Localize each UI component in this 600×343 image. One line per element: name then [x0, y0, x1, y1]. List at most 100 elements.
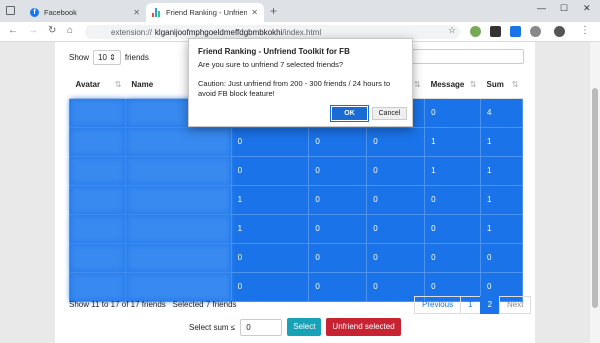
bookmark-star-icon[interactable]: ☆: [448, 25, 456, 36]
table-cell: 4: [480, 97, 523, 128]
extensions-puzzle-icon[interactable]: [530, 26, 541, 37]
more-menu-icon[interactable]: ⋮: [580, 25, 590, 36]
name-cell: [124, 271, 232, 302]
name-cell: [124, 184, 232, 215]
page-size-select[interactable]: 10 ⇕: [93, 50, 121, 65]
pager-next[interactable]: Next: [499, 296, 532, 314]
new-tab-icon[interactable]: +: [270, 4, 277, 18]
friends-label: friends: [124, 53, 149, 62]
select-button[interactable]: Select: [287, 318, 322, 336]
back-icon[interactable]: ←: [8, 25, 18, 36]
pager-previous[interactable]: Previous: [414, 296, 462, 314]
table-row[interactable]: 10001: [69, 213, 523, 244]
scrollbar[interactable]: [590, 42, 600, 343]
name-cell: [124, 126, 232, 157]
tab-strip: f Facebook ✕ Friend Ranking - Unfriend T…: [0, 0, 600, 22]
address-bar[interactable]: extension://klganijoofmphgoeldmeffdgbmbk…: [85, 25, 460, 39]
close-window-icon[interactable]: ✕: [583, 3, 591, 14]
sum-threshold-input[interactable]: 0: [240, 318, 283, 336]
table-cell: 1: [480, 213, 523, 244]
table-cell: 0: [308, 242, 368, 273]
dialog-warning: Caution: Just unfriend from 200 - 300 fr…: [198, 79, 391, 98]
blurred-content: [70, 156, 125, 185]
table-cell: 0: [230, 155, 310, 186]
blurred-content: [70, 214, 125, 243]
search-input[interactable]: [412, 49, 524, 64]
column-header-message[interactable]: Message ⇅: [424, 72, 481, 99]
close-tab-icon[interactable]: ✕: [133, 8, 140, 17]
table-cell: 1: [480, 126, 523, 157]
table-cell: 0: [424, 213, 481, 244]
table-cell: 0: [308, 126, 368, 157]
column-header-sum[interactable]: Sum ⇅: [480, 72, 523, 99]
tab-title: Facebook: [44, 8, 77, 17]
avatar-cell: [69, 271, 126, 302]
blurred-content: [125, 156, 231, 185]
extension-icon[interactable]: [470, 26, 481, 37]
table-row[interactable]: 10001: [69, 184, 523, 215]
table-cell: 0: [308, 271, 368, 302]
avatar-cell: [69, 97, 126, 128]
tab-friend-ranking[interactable]: Friend Ranking - Unfriend Toolkit ✕: [146, 3, 264, 22]
table-row[interactable]: 00011: [69, 155, 523, 186]
window-menu-icon[interactable]: [6, 6, 15, 15]
tab-facebook[interactable]: f Facebook ✕: [24, 3, 146, 22]
maximize-icon[interactable]: ☐: [560, 3, 568, 14]
blurred-content: [125, 185, 231, 214]
pager-page-1[interactable]: 1: [460, 296, 481, 314]
table-row[interactable]: 00011: [69, 126, 523, 157]
table-cell: 1: [480, 155, 523, 186]
name-cell: [124, 213, 232, 244]
table-cell: 0: [366, 242, 426, 273]
table-cell: 0: [308, 184, 368, 215]
blurred-content: [125, 243, 231, 272]
blurred-content: [70, 272, 125, 301]
blurred-content: [125, 127, 231, 156]
table-cell: 1: [230, 213, 310, 244]
table-cell: 1: [424, 126, 481, 157]
table-cell: 0: [308, 213, 368, 244]
blurred-content: [70, 98, 125, 127]
reload-icon[interactable]: ↻: [48, 25, 56, 36]
ok-button[interactable]: OK: [330, 105, 369, 122]
show-label: Show: [69, 53, 90, 62]
name-cell: [124, 242, 232, 273]
table-cell: 0: [230, 126, 310, 157]
unfriend-selected-button[interactable]: Unfriend selected: [326, 318, 401, 336]
extension-icon[interactable]: [510, 26, 521, 37]
name-cell: [124, 155, 232, 186]
cancel-button[interactable]: Cancel: [372, 107, 407, 120]
blurred-content: [125, 214, 231, 243]
table-cell: 1: [480, 184, 523, 215]
extension-icon[interactable]: [490, 26, 501, 37]
table-cell: 0: [424, 184, 481, 215]
blurred-content: [70, 243, 125, 272]
table-cell: 0: [366, 213, 426, 244]
dialog-question: Are you sure to unfriend 7 selected frie…: [198, 60, 344, 69]
selected-count: Selected 7 friends: [172, 300, 237, 309]
avatar-cell: [69, 155, 126, 186]
table-row[interactable]: 00000: [69, 242, 523, 273]
scrollbar-thumb[interactable]: [592, 88, 598, 308]
table-cell: 1: [424, 155, 481, 186]
facebook-icon: f: [30, 8, 39, 17]
bulk-actions: Select sum ≤ 0 Select Unfriend selected: [189, 318, 401, 336]
avatar-cell: [69, 126, 126, 157]
table-cell: 0: [366, 126, 426, 157]
table-cell: 0: [480, 242, 523, 273]
column-header-avatar[interactable]: Avatar ⇅: [69, 72, 126, 99]
url-path: /index.html: [282, 27, 322, 37]
url-host: klganijoofmphgoeldmeffdgbmbkokhi: [154, 27, 283, 37]
minimize-icon[interactable]: —: [537, 3, 546, 13]
close-tab-icon[interactable]: ✕: [251, 8, 258, 17]
profile-avatar-icon[interactable]: [554, 26, 565, 37]
table-cell: 0: [366, 184, 426, 215]
home-icon[interactable]: ⌂: [67, 25, 73, 36]
confirm-dialog: Friend Ranking - Unfriend Toolkit for FB…: [188, 38, 413, 127]
table-cell: 0: [308, 155, 368, 186]
forward-icon[interactable]: →: [28, 25, 38, 36]
pager-page-2[interactable]: 2: [479, 296, 501, 314]
tab-title: Friend Ranking - Unfriend Toolkit: [166, 8, 248, 17]
table-cell: 0: [230, 242, 310, 273]
table-cell: 0: [366, 155, 426, 186]
